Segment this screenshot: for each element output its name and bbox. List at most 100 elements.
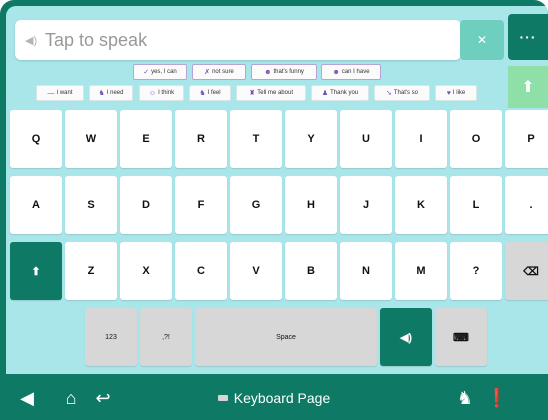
phrase-label: I feel [207,90,221,96]
arrow-up-icon: ⬆ [521,79,535,96]
phrase-label: not sure [212,69,234,75]
speaker-icon: ◀) [399,331,413,344]
speaker-icon: ◀) [25,34,38,47]
backspace-key[interactable]: ⌫ [505,242,548,300]
phrase-chip[interactable]: — I want [36,85,84,101]
key-h[interactable]: H [285,176,337,234]
phrase-icon: — [47,89,55,97]
key-j[interactable]: J [340,176,392,234]
undo-button[interactable]: ↩ [88,383,118,413]
phrase-label: I need [106,90,124,96]
phrase-icon: ☻ [332,68,340,76]
key-p[interactable]: P [505,110,548,168]
phrase-chip[interactable]: ♞ I feel [189,85,231,101]
key-n[interactable]: N [340,242,392,300]
phrase-icon: ♞ [98,90,105,97]
key-period[interactable]: . [505,176,548,234]
phrase-label: I think [158,90,175,96]
key-w[interactable]: W [65,110,117,168]
space-key-label: Space [276,333,296,341]
back-arrow-icon: ◀ [20,387,34,408]
punctuation-key-label: ,?! [162,333,170,341]
speak-key[interactable]: ◀) [380,308,432,366]
phrase-chip[interactable]: ♥ I like [435,85,477,101]
phrase-chip[interactable]: ☻ that's funny [251,64,317,80]
phrase-label: can I have [341,69,370,75]
phrase-icon: ☻ [264,68,272,76]
space-key[interactable]: Space [195,308,377,366]
key-d[interactable]: D [120,176,172,234]
key-r[interactable]: R [175,110,227,168]
key-g[interactable]: G [230,176,282,234]
key-y[interactable]: Y [285,110,337,168]
key-k[interactable]: K [395,176,447,234]
phrase-chip[interactable]: ♜ Tell me about [236,85,306,101]
shift-key[interactable]: ⬆ [10,242,62,300]
phrase-icon: ✗ [204,69,211,76]
key-s[interactable]: S [65,176,117,234]
phrase-icon: ☺ [148,89,157,97]
x-icon: ✕ [476,33,488,47]
key-c[interactable]: C [175,242,227,300]
speak-placeholder: Tap to speak [45,29,148,50]
key-o[interactable]: O [450,110,502,168]
backspace-icon: ⌫ [523,265,539,278]
phrase-chip[interactable]: ♟ Thank you [311,85,369,101]
clear-button[interactable]: ✕ [460,20,504,60]
home-button[interactable]: ⌂ [56,383,86,413]
key-m[interactable]: M [395,242,447,300]
speak-bar[interactable]: ◀) Tap to speak [15,20,461,60]
phrase-chip[interactable]: ♞ I need [89,85,133,101]
numbers-key[interactable]: 123 [85,308,137,366]
phrase-chip[interactable]: ☺ I think [139,85,184,101]
phrase-icon: ♥ [446,89,451,97]
numbers-key-label: 123 [105,333,117,341]
keyboard-page: ◀) Tap to speak ✕ ··· ⬆ ✓ yes, I can ✗ n… [6,6,548,374]
key-i[interactable]: I [395,110,447,168]
phrase-label: Tell me about [257,90,293,96]
phrase-icon: ♞ [199,90,206,97]
phrase-label: I want [56,90,73,96]
key-z[interactable]: Z [65,242,117,300]
key-f[interactable]: F [175,176,227,234]
phrase-icon: ✓ [143,69,150,76]
key-a[interactable]: A [10,176,62,234]
scroll-up-button[interactable]: ⬆ [508,66,548,108]
key-question[interactable]: ? [450,242,502,300]
phrase-icon: ♟ [321,90,329,97]
page-title-text: Keyboard Page [233,390,331,406]
more-button[interactable]: ··· [508,14,548,60]
alert-button[interactable]: ❗ [482,383,512,413]
punctuation-key[interactable]: ,?! [140,308,192,366]
undo-arrow-icon: ↩ [95,387,111,408]
key-e[interactable]: E [120,110,172,168]
phrase-label: Thank you [330,90,359,96]
key-v[interactable]: V [230,242,282,300]
phrase-chip[interactable]: ✓ yes, I can [133,64,187,80]
key-x[interactable]: X [120,242,172,300]
phrase-icon: ♜ [249,90,256,97]
bottom-nav: Keyboard Page ◀ ⌂ ↩ ♞ ❗ [0,376,548,420]
app-frame: ◀) Tap to speak ✕ ··· ⬆ ✓ yes, I can ✗ n… [0,0,548,420]
phrase-chip[interactable]: ☻ can I have [321,64,381,80]
key-b[interactable]: B [285,242,337,300]
key-u[interactable]: U [340,110,392,168]
keyboard-icon: ⌨ [453,331,469,344]
phrase-label: yes, I can [151,69,177,75]
phrase-label: that's funny [273,69,304,75]
phrase-label: I like [452,90,466,96]
shift-icon: ⬆ [31,265,41,278]
back-button[interactable]: ◀ [12,383,42,413]
person-icon: ♞ [456,387,474,408]
phrase-icon: ➘ [385,90,392,97]
phrase-chip[interactable]: ➘ That's so [374,85,430,101]
key-q[interactable]: Q [10,110,62,168]
alert-icon: ❗ [485,387,509,408]
hide-keyboard-key[interactable]: ⌨ [435,308,487,366]
key-l[interactable]: L [450,176,502,234]
key-t[interactable]: T [230,110,282,168]
phrase-chip[interactable]: ✗ not sure [192,64,246,80]
quickfires-button[interactable]: ♞ [450,383,480,413]
home-icon: ⌂ [65,387,77,408]
keyboard-icon [217,395,228,401]
